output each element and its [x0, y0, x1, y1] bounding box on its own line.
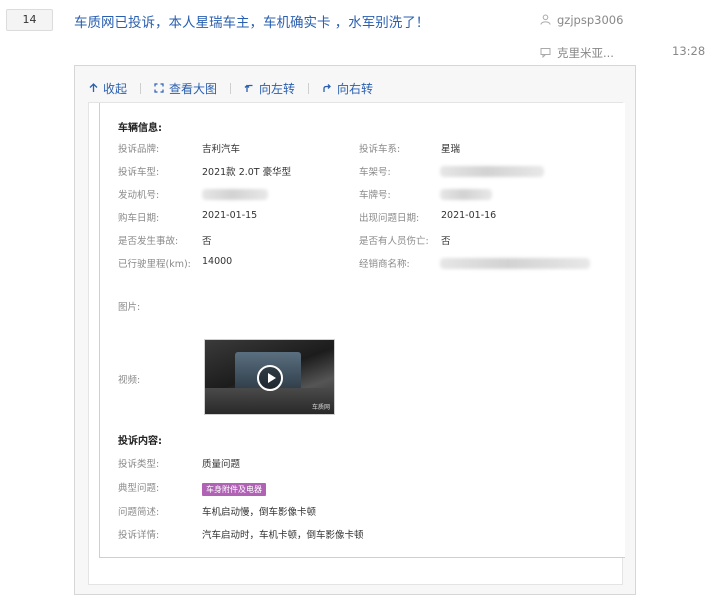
model-label: 投诉车型: — [118, 167, 160, 178]
thread-author[interactable]: gzjpsp3006 — [540, 13, 623, 27]
typical-label: 典型问题: — [118, 483, 160, 494]
rotate-left-button[interactable]: 向左转 — [244, 80, 295, 97]
collapse-button[interactable]: 收起 — [89, 80, 127, 97]
complaint-image: 车辆信息: 投诉品牌: 吉利汽车 投诉车系: 星瑞 投诉车型: 2021款 2.… — [88, 102, 625, 585]
engine-redacted — [202, 189, 268, 200]
detail-label: 投诉详情: — [118, 530, 160, 541]
last-reply-name: 克里米亚... — [557, 46, 614, 60]
injury-value: 否 — [441, 236, 451, 247]
complaint-document: 车辆信息: 投诉品牌: 吉利汽车 投诉车系: 星瑞 投诉车型: 2021款 2.… — [99, 103, 625, 558]
vehicle-info-heading: 车辆信息: — [118, 123, 162, 134]
brief-value: 车机启动慢，倒车影像卡顿 — [202, 507, 317, 518]
rotate-left-label: 向左转 — [259, 81, 296, 96]
toolbar-divider — [308, 82, 310, 94]
accident-value: 否 — [202, 236, 212, 247]
type-label: 投诉类型: — [118, 459, 160, 470]
preview-toolbar: 收起 查看大图 向左转 向右转 — [89, 79, 373, 97]
author-name: gzjpsp3006 — [557, 13, 624, 27]
images-label: 图片: — [118, 302, 141, 313]
purchase-date-value: 2021-01-15 — [202, 210, 258, 221]
toolbar-divider — [140, 82, 142, 94]
video-label: 视频: — [118, 375, 141, 386]
video-watermark: 车质网 — [311, 404, 330, 411]
series-label: 投诉车系: — [359, 144, 401, 155]
rotate-right-icon — [323, 84, 331, 92]
collapse-label: 收起 — [103, 81, 128, 96]
dealer-label: 经销商名称: — [359, 259, 410, 270]
view-large-button[interactable]: 查看大图 — [154, 80, 217, 97]
arrow-up-icon — [89, 83, 98, 92]
mileage-label: 已行驶里程(km): — [118, 259, 191, 270]
user-icon — [540, 14, 551, 25]
series-value: 星瑞 — [441, 144, 461, 155]
issue-date-value: 2021-01-16 — [441, 210, 497, 221]
complaint-content-heading: 投诉内容: — [118, 436, 162, 447]
video-thumbnail[interactable]: 车质网 — [204, 339, 335, 415]
rotate-right-button[interactable]: 向右转 — [322, 80, 373, 97]
last-reply-user[interactable]: 克里米亚... — [540, 45, 614, 61]
plate-redacted — [440, 189, 492, 200]
brand-label: 投诉品牌: — [118, 144, 160, 155]
expand-icon — [154, 83, 164, 93]
vin-label: 车架号: — [359, 167, 391, 178]
rotate-right-label: 向右转 — [337, 81, 374, 96]
accident-label: 是否发生事故: — [118, 236, 179, 247]
dealer-redacted — [440, 258, 590, 269]
type-value: 质量问题 — [202, 459, 241, 470]
issue-date-label: 出现问题日期: — [359, 213, 420, 224]
rotate-left-icon — [244, 84, 253, 92]
typical-issue-tag: 车身附件及电器 — [202, 483, 266, 496]
engine-label: 发动机号: — [118, 190, 160, 201]
brand-value: 吉利汽车 — [202, 144, 241, 155]
detail-value: 汽车启动时，车机卡顿，倒车影像卡顿 — [202, 530, 364, 541]
brief-label: 问题简述: — [118, 507, 160, 518]
injury-label: 是否有人员伤亡: — [359, 236, 429, 247]
model-value: 2021款 2.0T 豪华型 — [202, 167, 292, 178]
plate-label: 车牌号: — [359, 190, 391, 201]
thread-title-link[interactable]: 车质网已投诉，本人星瑞车主，车机确实卡 ，水军别洗了！ — [74, 11, 429, 31]
last-reply-time: 13:28 — [672, 44, 706, 58]
view-large-label: 查看大图 — [169, 81, 218, 96]
play-icon[interactable] — [257, 365, 283, 391]
toolbar-divider — [230, 82, 232, 94]
mileage-value: 14000 — [202, 256, 233, 267]
image-preview-panel: 收起 查看大图 向左转 向右转 车辆信息: 投诉品牌: 吉利汽车 投诉车系: 星… — [74, 65, 636, 595]
purchase-date-label: 购车日期: — [118, 213, 160, 224]
reply-count: 14 — [6, 9, 53, 31]
comment-icon — [540, 48, 551, 59]
vin-redacted — [440, 166, 544, 177]
